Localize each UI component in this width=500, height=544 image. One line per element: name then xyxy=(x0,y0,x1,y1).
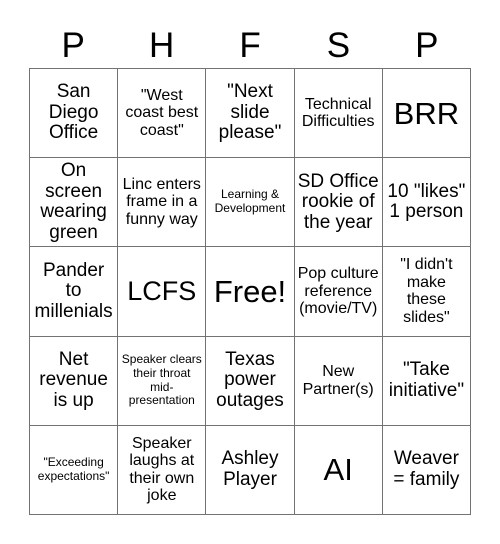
bingo-cell-label: Learning & Development xyxy=(214,187,286,216)
bingo-cell-label: 10 "likes" 1 person xyxy=(387,180,466,223)
bingo-cell-label: "I didn't make these slides" xyxy=(400,256,453,327)
bingo-cell-label: BRR xyxy=(393,95,460,131)
bingo-card: P H F S P San Diego Office "West coast best c… xyxy=(0,0,500,544)
bingo-cell-label: Technical Difficulties xyxy=(301,95,375,131)
bingo-cell-label: Linc enters frame in a funny way xyxy=(122,175,201,229)
bingo-cell-r5c2[interactable]: Speaker laughs at their own joke xyxy=(118,425,207,515)
bingo-cell-r3c5[interactable]: "I didn't make these slides" xyxy=(382,247,471,337)
bingo-cell-r4c2[interactable]: Speaker clears their throat mid-presenta… xyxy=(118,336,207,426)
bingo-cell-r1c5[interactable]: BRR xyxy=(382,69,471,159)
bingo-grid: San Diego Office "West coast best coast" "… xyxy=(29,68,471,515)
bingo-cell-r3c3[interactable]: Free! xyxy=(206,247,295,337)
bingo-header-letter-5: P xyxy=(415,25,439,65)
bingo-cell-label: Net revenue is up xyxy=(39,348,108,411)
bingo-cell-label: LCFS xyxy=(127,275,197,306)
bingo-cell-label: AI xyxy=(323,452,353,488)
bingo-cell-label: Pop culture reference (movie/TV) xyxy=(297,265,379,318)
bingo-cell-label: SD Office rookie of the year xyxy=(297,170,379,233)
bingo-cell-r5c3[interactable]: Ashley Player xyxy=(206,425,295,515)
bingo-cell-r2c3[interactable]: Learning & Development xyxy=(206,158,295,248)
bingo-cell-label: Pander to millenials xyxy=(34,259,113,322)
bingo-header-row: PHFSP xyxy=(29,22,471,68)
bingo-header-letter-3: F xyxy=(239,25,261,65)
bingo-cell-label: On screen wearing green xyxy=(40,160,107,243)
bingo-cell-r5c4[interactable]: AI xyxy=(294,425,383,515)
bingo-header-letter-2: H xyxy=(148,25,175,65)
bingo-cell-r1c4[interactable]: Technical Difficulties xyxy=(294,69,383,159)
bingo-cell-label: "Exceeding expectations" xyxy=(37,455,110,483)
bingo-cell-label: Speaker clears their throat mid-presenta… xyxy=(121,352,202,408)
bingo-cell-r1c1[interactable]: San Diego Office xyxy=(30,69,119,159)
bingo-cell-r1c2[interactable]: "West coast best coast" xyxy=(118,69,207,159)
bingo-cell-label: San Diego Office xyxy=(48,81,99,144)
bingo-cell-r5c1[interactable]: "Exceeding expectations" xyxy=(30,425,119,515)
bingo-cell-r3c2[interactable]: LCFS xyxy=(118,247,207,337)
bingo-cell-label: Weaver = family xyxy=(393,448,460,490)
bingo-cell-r4c5[interactable]: "Take initiative" xyxy=(382,336,471,426)
bingo-cell-r2c4[interactable]: SD Office rookie of the year xyxy=(294,158,383,248)
bingo-cell-r3c4[interactable]: Pop culture reference (movie/TV) xyxy=(294,247,383,337)
bingo-cell-label: "West coast best coast" xyxy=(125,86,199,139)
bingo-cell-r4c1[interactable]: Net revenue is up xyxy=(30,336,119,426)
bingo-cell-label: Ashley Player xyxy=(221,448,279,490)
bingo-cell-r1c3[interactable]: "Next slide please" xyxy=(206,69,295,159)
bingo-cell-label: Texas power outages xyxy=(216,348,284,411)
bingo-cell-r3c1[interactable]: Pander to millenials xyxy=(30,247,119,337)
bingo-cell-r2c2[interactable]: Linc enters frame in a funny way xyxy=(118,158,207,248)
bingo-cell-r2c1[interactable]: On screen wearing green xyxy=(30,158,119,248)
bingo-cell-label: Free! xyxy=(213,273,287,309)
bingo-cell-label: New Partner(s) xyxy=(302,363,374,398)
bingo-cell-label: "Take initiative" xyxy=(388,359,465,401)
bingo-cell-label: Speaker laughs at their own joke xyxy=(129,434,195,505)
bingo-cell-r4c3[interactable]: Texas power outages xyxy=(206,336,295,426)
bingo-cell-r4c4[interactable]: New Partner(s) xyxy=(294,336,383,426)
bingo-cell-r5c5[interactable]: Weaver = family xyxy=(382,425,471,515)
bingo-header-letter-4: S xyxy=(326,25,351,65)
bingo-cell-r2c5[interactable]: 10 "likes" 1 person xyxy=(382,158,471,248)
bingo-cell-label: "Next slide please" xyxy=(218,81,282,144)
bingo-header-letter-1: P xyxy=(61,25,85,65)
